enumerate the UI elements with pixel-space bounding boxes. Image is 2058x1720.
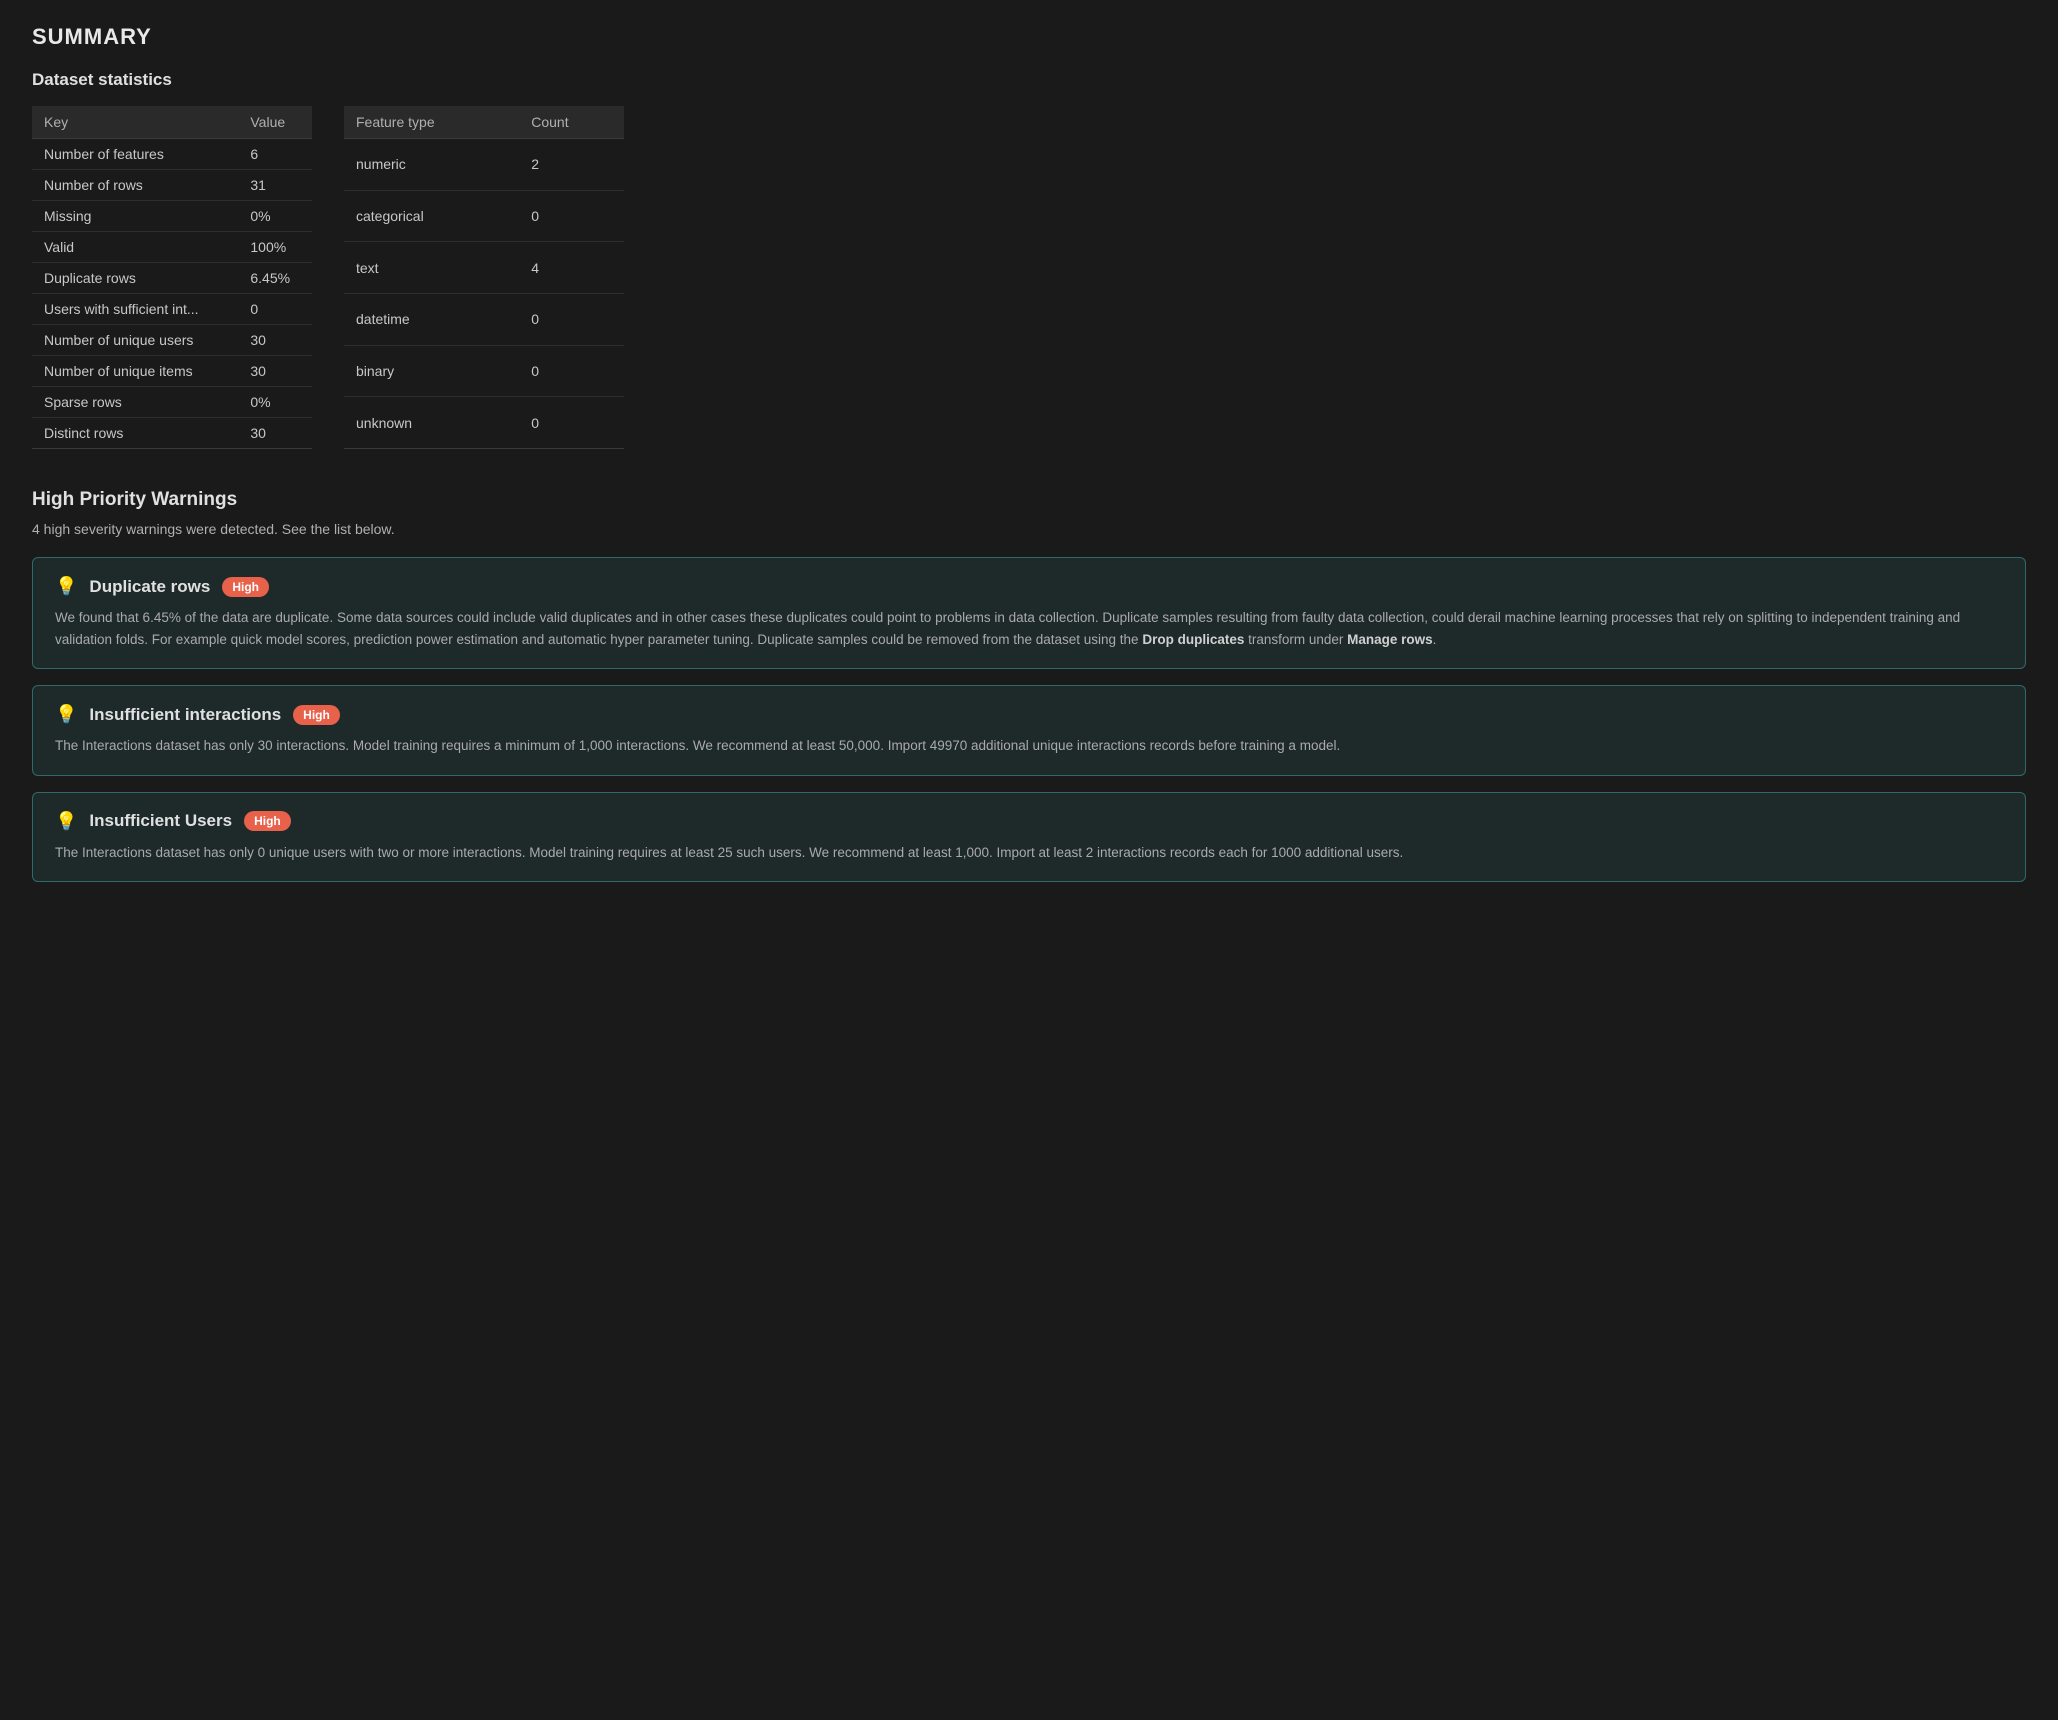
key-cell: Number of features — [32, 139, 238, 170]
warning-title: Insufficient Users — [89, 811, 232, 831]
warning-body: The Interactions dataset has only 30 int… — [55, 735, 2003, 757]
key-cell: Duplicate rows — [32, 263, 238, 294]
feature-type-cell: binary — [344, 345, 519, 397]
count-cell: 0 — [519, 397, 624, 449]
warnings-container: 💡 Duplicate rows High We found that 6.45% o… — [32, 557, 2026, 882]
warning-card-duplicate-rows: 💡 Duplicate rows High We found that 6.45% o… — [32, 557, 2026, 669]
feature-type-col-header: Feature type — [344, 106, 519, 139]
table-row: Missing0% — [32, 201, 312, 232]
table-row: Number of unique items30 — [32, 356, 312, 387]
table-row: text4 — [344, 242, 624, 294]
value-cell: 30 — [238, 418, 312, 449]
warning-title: Duplicate rows — [89, 577, 210, 597]
feature-type-cell: numeric — [344, 139, 519, 191]
table-row: Number of features6 — [32, 139, 312, 170]
table-row: Number of rows31 — [32, 170, 312, 201]
value-cell: 6 — [238, 139, 312, 170]
warning-card-header: 💡 Insufficient interactions High — [55, 704, 2003, 725]
warning-card-header: 💡 Duplicate rows High — [55, 576, 2003, 597]
value-cell: 31 — [238, 170, 312, 201]
warnings-description: 4 high severity warnings were detected. … — [32, 521, 2026, 537]
statistics-tables-row: Key Value Number of features6Number of r… — [32, 106, 2026, 449]
dataset-statistics-section: Dataset statistics Key Value Number of f… — [32, 70, 2026, 449]
warning-link-manage-rows[interactable]: Manage rows — [1347, 632, 1433, 647]
key-cell: Number of unique items — [32, 356, 238, 387]
key-col-header: Key — [32, 106, 238, 139]
warning-card-header: 💡 Insufficient Users High — [55, 811, 2003, 832]
feature-type-cell: categorical — [344, 190, 519, 242]
high-badge: High — [222, 577, 269, 597]
value-cell: 100% — [238, 232, 312, 263]
feature-type-cell: datetime — [344, 293, 519, 345]
key-cell: Distinct rows — [32, 418, 238, 449]
table-row: Duplicate rows6.45% — [32, 263, 312, 294]
bulb-icon: 💡 — [55, 576, 77, 597]
high-priority-heading: High Priority Warnings — [32, 489, 2026, 511]
table-row: Sparse rows0% — [32, 387, 312, 418]
high-badge: High — [293, 705, 340, 725]
key-cell: Number of unique users — [32, 325, 238, 356]
dataset-statistics-heading: Dataset statistics — [32, 70, 2026, 90]
count-cell: 0 — [519, 345, 624, 397]
warning-card-insufficient-users: 💡 Insufficient Users High The Interactions … — [32, 792, 2026, 883]
count-cell: 0 — [519, 293, 624, 345]
table-row: Users with sufficient int...0 — [32, 294, 312, 325]
high-badge: High — [244, 811, 291, 831]
value-col-header: Value — [238, 106, 312, 139]
count-cell: 2 — [519, 139, 624, 191]
warning-link-drop-duplicates[interactable]: Drop duplicates — [1142, 632, 1244, 647]
high-priority-section: High Priority Warnings 4 high severity w… — [32, 489, 2026, 882]
feature-type-table: Feature type Count numeric2categorical0t… — [344, 106, 624, 449]
feature-type-cell: text — [344, 242, 519, 294]
warning-title: Insufficient interactions — [89, 705, 281, 725]
warning-card-insufficient-interactions: 💡 Insufficient interactions High The Intera… — [32, 685, 2026, 776]
table-row: numeric2 — [344, 139, 624, 191]
count-col-header: Count — [519, 106, 624, 139]
key-cell: Missing — [32, 201, 238, 232]
table-row: datetime0 — [344, 293, 624, 345]
key-cell: Users with sufficient int... — [32, 294, 238, 325]
warning-body: We found that 6.45% of the data are dupl… — [55, 607, 2003, 650]
key-value-table: Key Value Number of features6Number of r… — [32, 106, 312, 449]
page-title: SUMMARY — [32, 24, 2026, 50]
table-row: Valid100% — [32, 232, 312, 263]
value-cell: 30 — [238, 356, 312, 387]
count-cell: 4 — [519, 242, 624, 294]
key-cell: Sparse rows — [32, 387, 238, 418]
table-row: unknown0 — [344, 397, 624, 449]
table-row: Distinct rows30 — [32, 418, 312, 449]
bulb-icon: 💡 — [55, 811, 77, 832]
table-row: binary0 — [344, 345, 624, 397]
table-row: categorical0 — [344, 190, 624, 242]
key-cell: Number of rows — [32, 170, 238, 201]
value-cell: 0 — [238, 294, 312, 325]
key-cell: Valid — [32, 232, 238, 263]
feature-type-cell: unknown — [344, 397, 519, 449]
value-cell: 6.45% — [238, 263, 312, 294]
value-cell: 0% — [238, 201, 312, 232]
value-cell: 0% — [238, 387, 312, 418]
table-row: Number of unique users30 — [32, 325, 312, 356]
value-cell: 30 — [238, 325, 312, 356]
warning-body: The Interactions dataset has only 0 uniq… — [55, 842, 2003, 864]
bulb-icon: 💡 — [55, 704, 77, 725]
count-cell: 0 — [519, 190, 624, 242]
